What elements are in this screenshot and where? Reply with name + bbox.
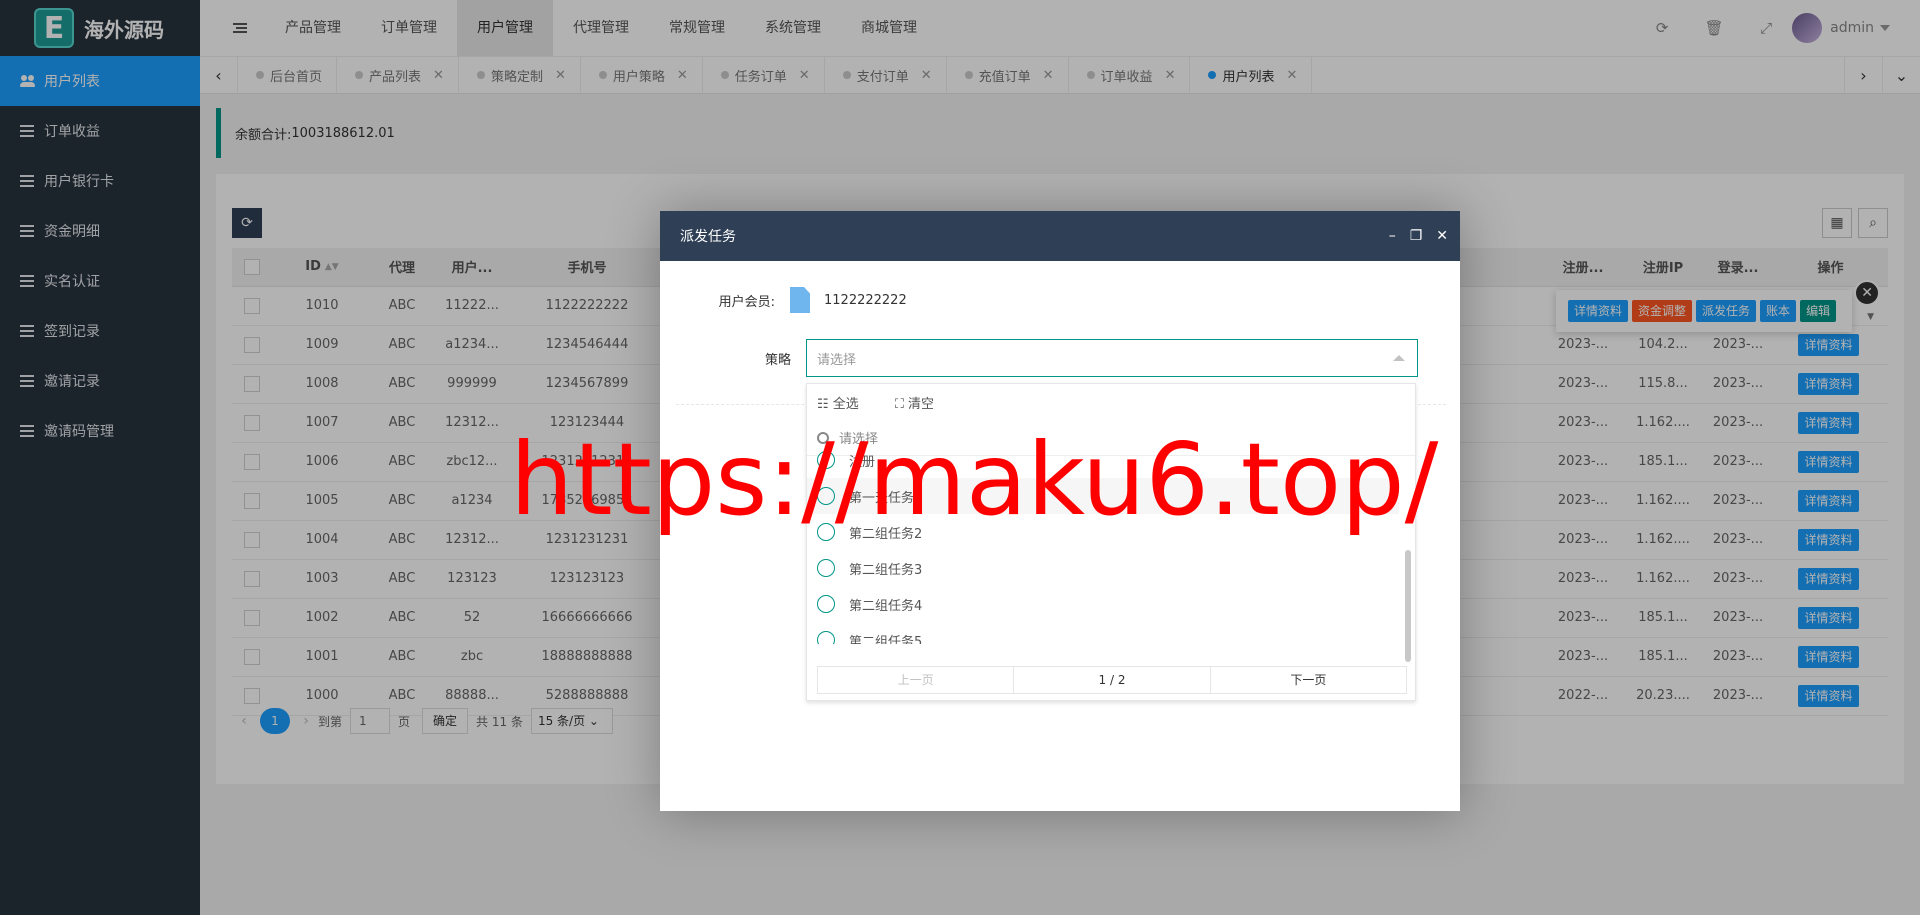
maximize-icon[interactable]: ❐ (1410, 228, 1423, 244)
strategy-select[interactable]: 请选择 (806, 339, 1418, 377)
dropdown-option-label: 第二组任务4 (849, 598, 923, 614)
radio-icon[interactable] (817, 559, 835, 577)
dropdown-next-button[interactable]: 下一页 (1211, 667, 1406, 693)
modal-title: 派发任务 (680, 229, 736, 245)
dropdown-tools: ☷ 全选 ⛶ 清空 (807, 384, 1415, 420)
radio-icon[interactable] (817, 595, 835, 613)
member-value: 1122222222 (824, 292, 907, 308)
select-all-label: 全选 (832, 396, 859, 412)
select-all-button[interactable]: ☷ 全选 (817, 393, 877, 412)
radio-icon[interactable] (817, 631, 835, 644)
minimize-icon[interactable]: – (1389, 228, 1396, 244)
strategy-label: 策略 (764, 352, 791, 368)
member-label: 用户会员: (718, 294, 775, 310)
modal-title-bar: 派发任务 – ❐ ✕ (660, 211, 1460, 261)
clear-label: 清空 (908, 396, 935, 412)
dropdown-option[interactable]: 第二组任务4 (807, 586, 1399, 622)
dropdown-scrollbar[interactable] (1405, 550, 1411, 662)
dropdown-option[interactable]: 第二组任务5 (807, 622, 1399, 644)
dropdown-prev-button[interactable]: 上一页 (818, 667, 1015, 693)
dropdown-option-label: 第二组任务3 (849, 562, 923, 578)
strategy-row: 策略 请选择 (660, 339, 1418, 377)
strategy-placeholder: 请选择 (817, 352, 857, 368)
dropdown-pager: 上一页 1 / 2 下一页 (817, 666, 1407, 694)
file-icon (790, 287, 810, 313)
dropdown-option-label: 第二组任务5 (849, 634, 923, 645)
clear-button[interactable]: ⛶ 清空 (895, 393, 952, 412)
chevron-up-icon (1393, 355, 1405, 361)
member-row: 用户会员: 1122222222 (660, 287, 907, 313)
close-icon[interactable]: ✕ (1436, 228, 1448, 244)
dropdown-page-indicator: 1 / 2 (1014, 667, 1211, 693)
watermark-text: https://maku6.top/ (510, 421, 1439, 538)
dropdown-option[interactable]: 第二组任务3 (807, 550, 1399, 586)
